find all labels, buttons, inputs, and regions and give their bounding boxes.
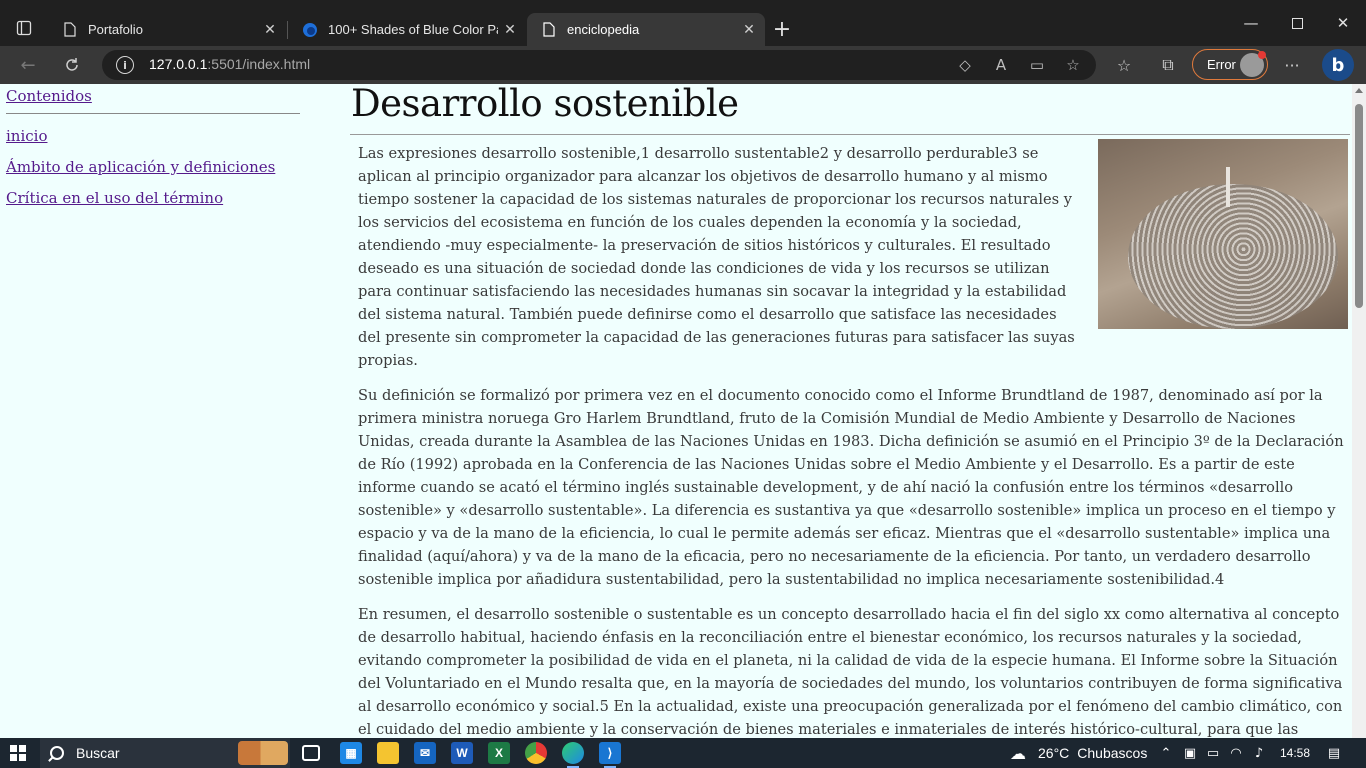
taskbar-search[interactable]: Buscar <box>40 738 290 768</box>
task-view-icon[interactable] <box>302 745 320 761</box>
tab-title: 100+ Shades of Blue Color Palette <box>328 22 498 37</box>
read-aloud-icon[interactable]: A <box>990 55 1012 75</box>
vscode-icon[interactable]: ⟩ <box>599 742 621 768</box>
profile-error-button[interactable]: Error <box>1192 49 1268 80</box>
favorites-icon[interactable]: ☆ <box>1111 52 1137 78</box>
more-options-icon[interactable]: ··· <box>1279 52 1305 78</box>
profile-error-label: Error <box>1207 57 1236 72</box>
search-label: Buscar <box>76 745 120 761</box>
windows-start-icon[interactable] <box>10 745 26 761</box>
paragraph: En resumen, el desarrollo sostenible o s… <box>358 606 1343 738</box>
volume-icon[interactable]: ♪ <box>1251 745 1267 761</box>
close-icon[interactable]: ✕ <box>737 18 761 42</box>
refresh-button[interactable] <box>56 49 88 81</box>
heliostat-field <box>1128 184 1338 329</box>
title-divider <box>350 134 1350 135</box>
article: Desarrollo sostenible Las expresiones de… <box>350 84 1350 738</box>
contents-link[interactable]: Contenidos <box>6 87 300 105</box>
tab-shades-of-blue[interactable]: 100+ Shades of Blue Color Palette ✕ <box>288 13 526 46</box>
weather-temp: 26°C <box>1038 745 1070 761</box>
network-device-icon[interactable]: ▣ <box>1182 745 1198 761</box>
excel-icon[interactable]: X <box>488 742 510 764</box>
tab-portafolio[interactable]: Portafolio ✕ <box>48 13 286 46</box>
clock-time: 14:58 <box>1280 746 1311 760</box>
back-button[interactable]: ← <box>12 49 44 81</box>
avatar <box>1240 51 1266 77</box>
page-icon <box>62 22 78 38</box>
solar-tower <box>1226 167 1230 207</box>
tab-actions-icon[interactable] <box>8 13 40 43</box>
tag-icon[interactable]: ◇ <box>954 55 976 75</box>
page-title: Desarrollo sostenible <box>351 84 739 125</box>
sidebar: Contenidos inicio Ámbito de aplicación y… <box>6 84 300 220</box>
sidebar-link-ambito[interactable]: Ámbito de aplicación y definiciones <box>6 158 300 176</box>
address-bar[interactable]: i 127.0.0.1:5501/index.html ◇ A ▭ ☆ <box>102 50 1096 80</box>
file-explorer-icon[interactable] <box>377 742 399 764</box>
solar-plant-image <box>1098 139 1348 329</box>
search-highlight-image <box>238 741 288 765</box>
window-close-button[interactable]: ✕ <box>1320 0 1366 46</box>
edge-logo-icon <box>302 22 318 38</box>
url-text[interactable]: 127.0.0.1:5501/index.html <box>149 56 310 72</box>
weather-text: Chubascos <box>1077 745 1148 761</box>
close-icon[interactable]: ✕ <box>258 18 282 42</box>
weather-icon: ☁ <box>1010 743 1026 763</box>
sidebar-link-inicio[interactable]: inicio <box>6 127 300 145</box>
tab-title: Portafolio <box>88 22 143 37</box>
page-icon <box>541 22 557 38</box>
mail-icon[interactable]: ✉ <box>414 742 436 764</box>
add-favorite-icon[interactable]: ☆ <box>1062 55 1084 75</box>
store-icon[interactable]: ▦ <box>340 742 362 764</box>
paragraph: Su definición se formalizó por primera v… <box>358 387 1344 588</box>
edge-icon[interactable] <box>562 742 584 768</box>
tab-enciclopedia[interactable]: enciclopedia ✕ <box>527 13 765 46</box>
search-icon <box>50 746 64 760</box>
minimize-button[interactable]: — <box>1228 0 1274 46</box>
scrollbar-thumb[interactable] <box>1355 104 1363 308</box>
bing-chat-icon[interactable]: b <box>1322 49 1354 81</box>
weather-widget[interactable]: 26°C Chubascos <box>1038 738 1147 768</box>
page-viewport: Contenidos inicio Ámbito de aplicación y… <box>0 84 1366 738</box>
sidebar-divider <box>6 113 300 114</box>
immersive-reader-icon[interactable]: ▭ <box>1026 55 1048 75</box>
new-tab-button[interactable]: + <box>768 15 796 43</box>
wifi-icon[interactable]: ◠ <box>1228 745 1244 761</box>
maximize-button[interactable] <box>1274 0 1320 46</box>
chevron-up-icon[interactable]: ⌃ <box>1158 745 1174 761</box>
site-info-icon[interactable]: i <box>116 56 134 74</box>
battery-icon[interactable]: ▭ <box>1205 745 1221 761</box>
chrome-icon[interactable] <box>525 742 547 764</box>
scrollbar[interactable] <box>1352 84 1366 738</box>
sidebar-link-critica[interactable]: Crítica en el uso del término <box>6 189 300 207</box>
tab-strip: Portafolio ✕ 100+ Shades of Blue Color P… <box>0 0 1366 46</box>
notifications-icon[interactable]: ▤ <box>1326 745 1342 761</box>
collections-icon[interactable]: ⧉ <box>1155 52 1181 78</box>
tab-title: enciclopedia <box>567 22 640 37</box>
browser-toolbar: ← i 127.0.0.1:5501/index.html ◇ A ▭ ☆ ☆ … <box>0 46 1366 84</box>
scroll-up-icon[interactable] <box>1355 88 1363 93</box>
clock[interactable]: 14:58 <box>1280 738 1310 768</box>
close-icon[interactable]: ✕ <box>498 18 522 42</box>
taskbar: Buscar ▦ ✉ W X ⟩ ☁ 26°C Chubascos ⌃ ▣ ▭ … <box>0 738 1366 768</box>
word-icon[interactable]: W <box>451 742 473 764</box>
